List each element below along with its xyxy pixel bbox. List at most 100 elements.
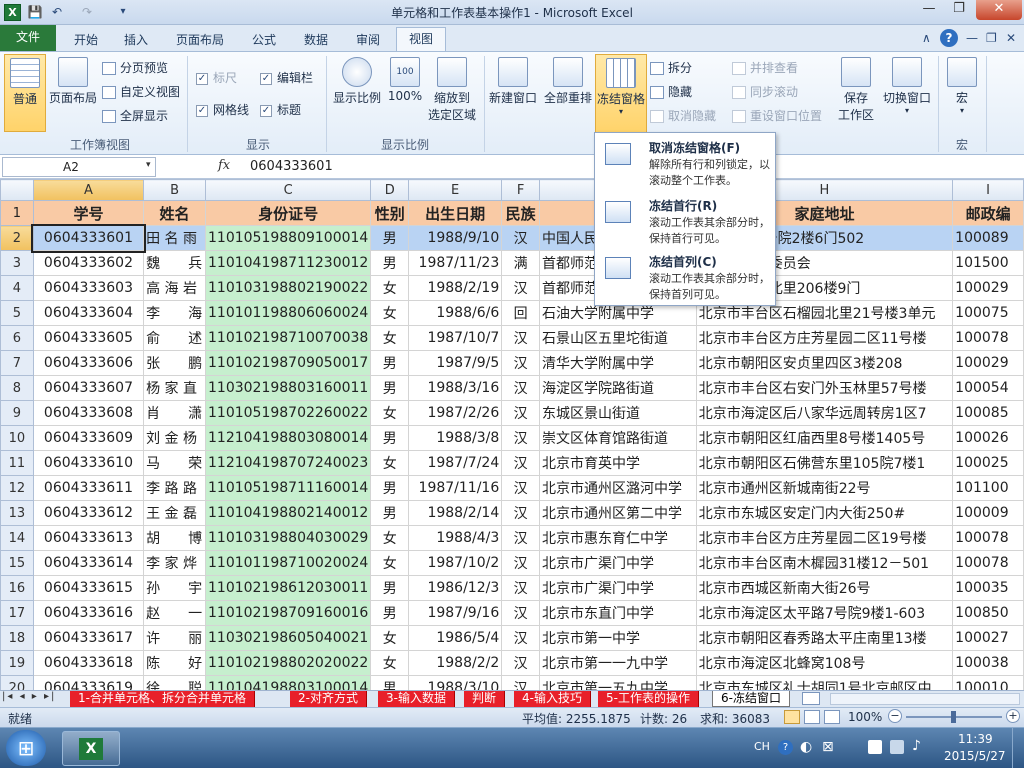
cell[interactable]: 100025 <box>952 450 1024 476</box>
view-side-by-side-button[interactable]: 并排查看 <box>732 58 798 78</box>
cell[interactable]: 0604333604 <box>32 300 145 326</box>
cell[interactable]: 100089 <box>952 225 1024 251</box>
cell[interactable]: 女 <box>370 325 410 351</box>
column-header[interactable]: A <box>32 179 145 201</box>
row-header[interactable]: 9 <box>0 400 34 426</box>
cell[interactable]: 汉 <box>501 650 540 676</box>
tab-view[interactable]: 视图 <box>396 27 447 51</box>
cell[interactable]: 张 鹏 <box>143 350 206 376</box>
cell[interactable]: 李 家 烨 <box>143 550 206 576</box>
tray-flag-icon[interactable] <box>868 740 882 754</box>
sheet-tab[interactable]: 3-输入数据 <box>378 691 455 707</box>
column-header[interactable]: I <box>952 179 1024 201</box>
cell[interactable]: 女 <box>370 625 410 651</box>
cell[interactable]: 汉 <box>501 475 540 501</box>
cell[interactable]: 汉 <box>501 525 540 551</box>
column-header[interactable]: B <box>143 179 206 201</box>
cell[interactable]: 男 <box>370 375 410 401</box>
cell[interactable]: 女 <box>370 300 410 326</box>
cell[interactable]: 男 <box>370 225 410 251</box>
row-header[interactable]: 1 <box>0 200 34 226</box>
tray-icon[interactable]: ◐ <box>800 739 812 755</box>
cell[interactable]: 0604333608 <box>32 400 145 426</box>
cell[interactable]: 汉 <box>501 625 540 651</box>
cell[interactable]: 北京市丰台区右安门外玉林里57号楼 <box>695 375 954 401</box>
sheet-tab[interactable]: 4-输入技巧 <box>514 691 591 707</box>
page-break-view-icon[interactable] <box>824 710 840 724</box>
cell[interactable]: 赵 一 <box>143 600 206 626</box>
header-cell[interactable]: 学号 <box>32 200 145 226</box>
cell[interactable]: 100009 <box>952 500 1024 526</box>
cell[interactable]: 汉 <box>501 400 540 426</box>
cell[interactable]: 男 <box>370 575 410 601</box>
cell[interactable]: 0604333602 <box>32 250 145 276</box>
cell[interactable]: 100029 <box>952 350 1024 376</box>
cell[interactable]: 北京市惠东育仁中学 <box>538 525 697 551</box>
name-box[interactable]: A2 <box>2 157 156 177</box>
cell[interactable]: 崇文区体育馆路街道 <box>538 425 697 451</box>
cell[interactable]: 高 海 岩 <box>143 275 206 301</box>
cell[interactable]: 北京市丰台区方庄芳星园二区11号楼 <box>695 325 954 351</box>
cell[interactable]: 100010 <box>952 675 1024 690</box>
cell[interactable]: 1986/5/4 <box>408 625 503 651</box>
cell[interactable]: 汉 <box>501 425 540 451</box>
cell[interactable]: 1988/4/3 <box>408 525 503 551</box>
network-icon[interactable] <box>890 740 904 754</box>
cell[interactable]: 1987/7/24 <box>408 450 503 476</box>
cell[interactable]: 100026 <box>952 425 1024 451</box>
cell[interactable]: 1987/11/23 <box>408 250 503 276</box>
cell[interactable]: 101100 <box>952 475 1024 501</box>
excel-taskbar-button[interactable]: X <box>62 731 120 766</box>
header-cell[interactable]: 性别 <box>370 200 410 226</box>
cell[interactable]: 100029 <box>952 275 1024 301</box>
cell[interactable]: 110105198702260022 <box>204 400 372 426</box>
cell[interactable]: 0604333615 <box>32 575 145 601</box>
select-all-corner[interactable] <box>0 179 34 201</box>
cell[interactable]: 0604333616 <box>32 600 145 626</box>
workbook-restore-icon[interactable]: ❐ <box>986 31 997 45</box>
cell[interactable]: 0604333605 <box>32 325 145 351</box>
cell[interactable]: 杨 家 直 <box>143 375 206 401</box>
column-header[interactable]: C <box>204 179 372 201</box>
cell[interactable]: 汉 <box>501 350 540 376</box>
cell[interactable]: 陈 好 <box>143 650 206 676</box>
cell[interactable]: 女 <box>370 550 410 576</box>
cell[interactable]: 1986/12/3 <box>408 575 503 601</box>
cell[interactable]: 北京市育英中学 <box>538 450 697 476</box>
cell[interactable]: 汉 <box>501 450 540 476</box>
headings-checkbox[interactable]: ✓ 标题 <box>260 100 301 120</box>
row-header[interactable]: 13 <box>0 500 34 526</box>
cell[interactable]: 俞 述 <box>143 325 206 351</box>
cell[interactable]: 胡 博 <box>143 525 206 551</box>
header-cell[interactable]: 姓名 <box>143 200 206 226</box>
cell[interactable]: 1988/2/2 <box>408 650 503 676</box>
row-header[interactable]: 7 <box>0 350 34 376</box>
cell[interactable]: 110104198803100014 <box>204 675 372 690</box>
hide-button[interactable]: 隐藏 <box>650 82 692 102</box>
menu-item-unfreeze-panes[interactable]: 取消冻结窗格(F) 解除所有行和列锁定，以滚动整个工作表。 <box>599 135 773 191</box>
row-header[interactable]: 8 <box>0 375 34 401</box>
page-layout-view-button[interactable]: 页面布局 <box>48 54 98 132</box>
row-header[interactable]: 18 <box>0 625 34 651</box>
freeze-panes-button[interactable]: 冻结窗格 ▾ <box>595 54 647 134</box>
gridlines-checkbox[interactable]: ✓ 网格线 <box>196 100 249 120</box>
cell[interactable]: 北京市海淀区太平路7号院9楼1-603 <box>695 600 954 626</box>
cell[interactable]: 汉 <box>501 550 540 576</box>
cell[interactable]: 北京市西城区新南大街26号 <box>695 575 954 601</box>
cell[interactable]: 0604333611 <box>32 475 145 501</box>
cell[interactable]: 石景山区五里坨街道 <box>538 325 697 351</box>
row-header[interactable]: 17 <box>0 600 34 626</box>
page-layout-view-icon[interactable] <box>804 710 820 724</box>
start-button[interactable]: ⊞ <box>6 730 46 766</box>
cell[interactable]: 北京市广渠门中学 <box>538 575 697 601</box>
synchronous-scrolling-button[interactable]: 同步滚动 <box>732 82 798 102</box>
cell[interactable]: 田 名 雨 <box>143 225 206 251</box>
volume-icon[interactable]: ♪ <box>912 738 921 754</box>
zoom-100-button[interactable]: 100 100% <box>386 54 424 132</box>
cell[interactable]: 0604333607 <box>32 375 145 401</box>
row-header[interactable]: 3 <box>0 250 34 276</box>
zoom-button[interactable]: 显示比例 <box>330 54 384 132</box>
zoom-in-button[interactable]: + <box>1006 709 1020 723</box>
cell[interactable]: 110105198809100014 <box>204 225 372 251</box>
cell[interactable]: 110104198802140012 <box>204 500 372 526</box>
